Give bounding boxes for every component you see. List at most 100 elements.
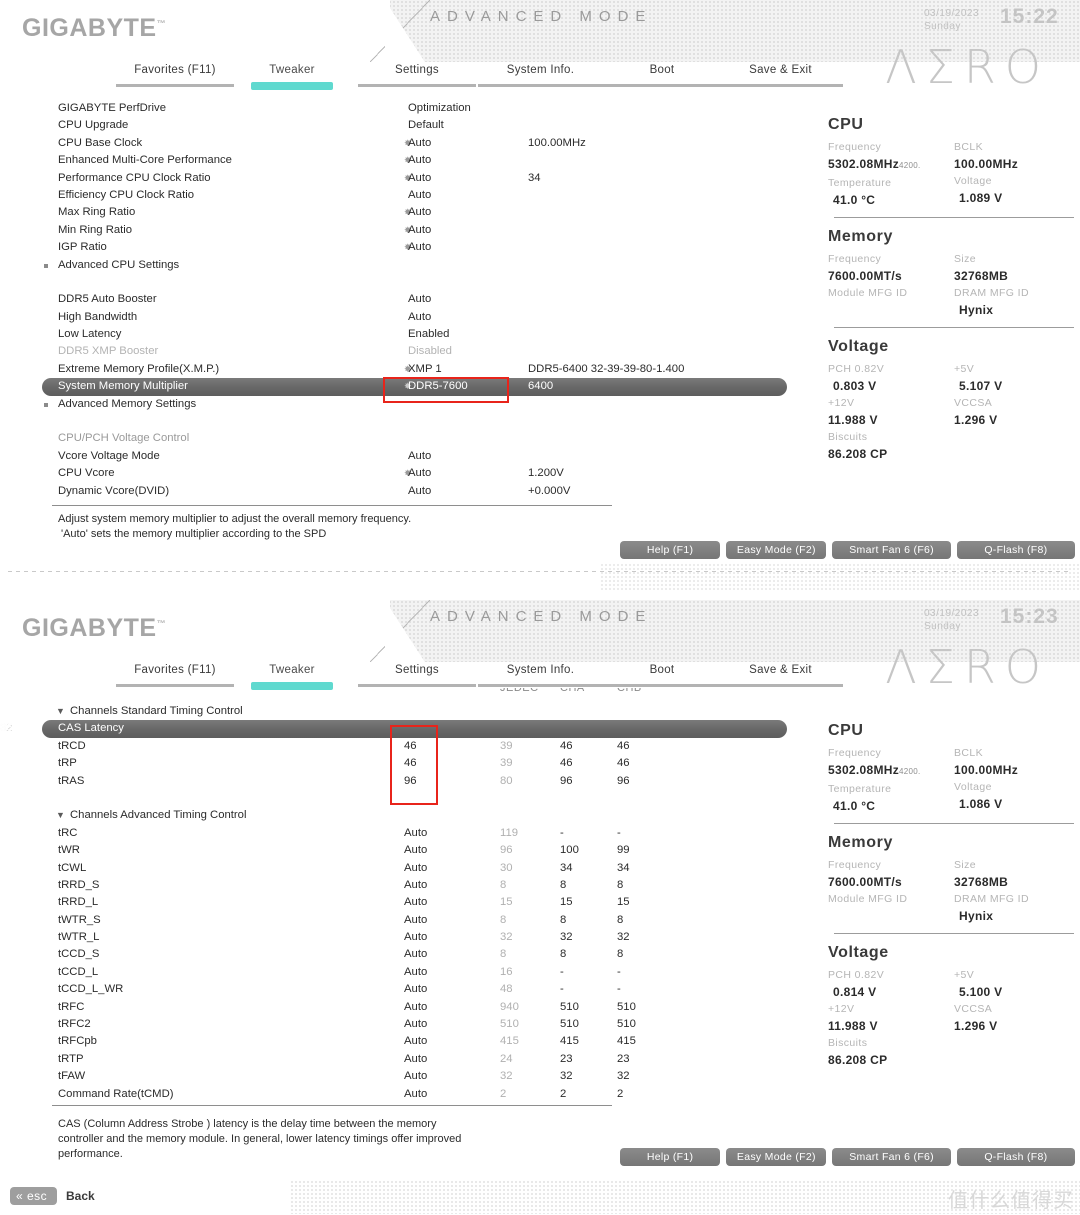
setting-value[interactable]: Auto <box>408 291 431 308</box>
setting-row[interactable]: Max Ring Ratio ✸ Auto <box>0 204 800 221</box>
setting-value[interactable]: Auto <box>408 465 431 482</box>
timing-cha-value: 34 <box>560 861 573 874</box>
timing-row[interactable]: tWTR_L Auto 32 32 32 <box>0 929 800 946</box>
timing-row[interactable]: tCCD_S Auto 8 8 8 <box>0 946 800 963</box>
setting-value[interactable]: Auto <box>408 239 431 256</box>
setting-row[interactable]: CPU Upgrade Default <box>0 117 800 134</box>
section-advanced-timing[interactable]: ▼ Channels Advanced Timing Control <box>0 807 800 824</box>
timing-row[interactable]: tWR Auto 96 100 99 <box>0 842 800 859</box>
setting-row[interactable]: Vcore Voltage Mode Auto <box>0 448 800 465</box>
timing-row[interactable]: tRFC Auto 940 510 510 <box>0 999 800 1016</box>
cpu-frequency-sub: 4200. <box>899 161 921 170</box>
back-label[interactable]: Back <box>66 1187 95 1205</box>
setting-value[interactable]: Auto <box>408 152 431 169</box>
setting-row[interactable]: CPU/PCH Voltage Control <box>0 430 800 447</box>
timing-row[interactable]: tCWL Auto 30 34 34 <box>0 860 800 877</box>
setting-row[interactable]: Performance CPU Clock Ratio ✸ Auto 34 <box>0 170 800 187</box>
esc-key-chip[interactable]: « esc <box>10 1187 58 1205</box>
cpu-frequency-label: Frequency <box>828 141 882 153</box>
timing-set-value[interactable]: Auto <box>404 964 464 981</box>
setting-label: Dynamic Vcore(DVID) <box>58 484 170 497</box>
timing-row[interactable]: tRFCpb Auto 415 415 415 <box>0 1033 800 1050</box>
timing-set-value[interactable]: Auto <box>404 1086 464 1103</box>
tab-save-exit[interactable]: Save & Exit <box>718 64 843 76</box>
timing-row[interactable]: tCCD_L_WR Auto 48 - - <box>0 981 800 998</box>
timing-set-value[interactable]: Auto <box>404 860 464 877</box>
timing-set-value[interactable]: Auto <box>404 929 464 946</box>
timing-set-value[interactable]: Auto <box>404 1033 464 1050</box>
fn-button-easy-mode-f2[interactable]: Easy Mode (F2) <box>726 541 827 559</box>
timing-set-value[interactable]: Auto <box>404 1016 464 1033</box>
timing-set-value[interactable]: Auto <box>404 1051 464 1068</box>
tab-boot[interactable]: Boot <box>603 664 721 676</box>
memory-freq-col: Frequency 7600.00MT/s Module MFG ID <box>828 251 954 319</box>
timing-row[interactable]: tRFC2 Auto 510 510 510 <box>0 1016 800 1033</box>
timing-set-value[interactable]: Auto <box>404 999 464 1016</box>
setting-row[interactable]: Enhanced Multi-Core Performance ✸ Auto <box>0 152 800 169</box>
timing-row[interactable]: tRC Auto 119 - - <box>0 825 800 842</box>
fn-button-smart-fan-6-f6[interactable]: Smart Fan 6 (F6) <box>832 1148 951 1166</box>
timing-row[interactable]: tRRD_S Auto 8 8 8 <box>0 877 800 894</box>
tab-system-info[interactable]: System Info. <box>478 664 603 676</box>
setting-value[interactable]: Auto <box>408 135 431 152</box>
setting-value[interactable]: Auto <box>408 448 431 465</box>
setting-row[interactable]: CPU Base Clock ✸ Auto 100.00MHz <box>0 135 800 152</box>
timing-col-header-chb: CHB <box>617 688 642 694</box>
timing-set-value[interactable]: Auto <box>404 894 464 911</box>
setting-value[interactable]: Default <box>408 117 444 134</box>
timing-set-value[interactable]: Auto <box>404 981 464 998</box>
fn-button-q-flash-f8[interactable]: Q-Flash (F8) <box>956 541 1075 559</box>
timing-set-value[interactable]: Auto <box>404 1068 464 1085</box>
fn-button-smart-fan-6-f6[interactable]: Smart Fan 6 (F6) <box>832 541 951 559</box>
setting-value[interactable]: Auto <box>408 222 431 239</box>
setting-value[interactable]: Auto <box>408 309 431 326</box>
content-divider-panel2 <box>52 1105 612 1106</box>
tab-system-info[interactable]: System Info. <box>478 64 603 76</box>
fn-button-q-flash-f8[interactable]: Q-Flash (F8) <box>956 1148 1075 1166</box>
setting-row[interactable]: GIGABYTE PerfDrive Optimization <box>0 100 800 117</box>
setting-value[interactable]: Optimization <box>408 100 471 117</box>
setting-row[interactable]: Extreme Memory Profile(X.M.P.) ✸ XMP 1 DDR5… <box>0 361 800 378</box>
fn-button-easy-mode-f2[interactable]: Easy Mode (F2) <box>726 1148 827 1166</box>
timing-row[interactable]: tWTR_S Auto 8 8 8 <box>0 912 800 929</box>
tab-boot[interactable]: Boot <box>603 64 721 76</box>
tab-save-exit[interactable]: Save & Exit <box>718 664 843 676</box>
tab-settings[interactable]: Settings <box>358 64 476 76</box>
setting-value[interactable]: XMP 1 <box>408 361 442 378</box>
section-standard-timing[interactable]: ▼ Channels Standard Timing Control <box>0 703 800 720</box>
tab-favorites-f11[interactable]: Favorites (F11) <box>116 64 234 76</box>
timing-label: tCCD_L <box>58 965 99 978</box>
setting-row[interactable]: Low Latency Enabled <box>0 326 800 343</box>
setting-row[interactable]: Min Ring Ratio ✸ Auto <box>0 222 800 239</box>
timing-set-value[interactable]: Auto <box>404 842 464 859</box>
fn-button-help-f1[interactable]: Help (F1) <box>620 541 721 559</box>
timing-row[interactable]: tRRD_L Auto 15 15 15 <box>0 894 800 911</box>
timing-set-value[interactable]: Auto <box>404 877 464 894</box>
tab-favorites-f11[interactable]: Favorites (F11) <box>116 664 234 676</box>
setting-value[interactable]: Auto <box>408 483 431 500</box>
setting-row[interactable]: Dynamic Vcore(DVID) Auto +0.000V <box>0 483 800 500</box>
timing-set-value[interactable]: Auto <box>404 946 464 963</box>
setting-row[interactable]: Advanced CPU Settings <box>0 257 800 274</box>
setting-row[interactable]: DDR5 Auto Booster Auto <box>0 291 800 308</box>
fn-button-help-f1[interactable]: Help (F1) <box>620 1148 721 1166</box>
setting-row[interactable]: DDR5 XMP Booster Disabled <box>0 343 800 360</box>
timing-row[interactable]: tRTP Auto 24 23 23 <box>0 1051 800 1068</box>
timing-set-value[interactable]: Auto <box>404 825 464 842</box>
tab-tweaker[interactable]: Tweaker <box>233 664 351 676</box>
setting-row[interactable]: Efficiency CPU Clock Ratio Auto <box>0 187 800 204</box>
setting-value[interactable]: Auto <box>408 204 431 221</box>
setting-value[interactable]: Auto <box>408 170 431 187</box>
timing-set-value[interactable]: Auto <box>404 912 464 929</box>
setting-value[interactable]: Auto <box>408 187 431 204</box>
setting-row[interactable]: High Bandwidth Auto <box>0 309 800 326</box>
tab-tweaker[interactable]: Tweaker <box>233 64 351 76</box>
setting-value[interactable]: Disabled <box>408 343 452 360</box>
timing-row[interactable]: tFAW Auto 32 32 32 <box>0 1068 800 1085</box>
setting-row[interactable]: IGP Ratio ✸ Auto <box>0 239 800 256</box>
setting-value[interactable]: Enabled <box>408 326 449 343</box>
tab-settings[interactable]: Settings <box>358 664 476 676</box>
timing-row[interactable]: tCCD_L Auto 16 - - <box>0 964 800 981</box>
timing-row[interactable]: Command Rate(tCMD) Auto 2 2 2 <box>0 1086 800 1103</box>
setting-row[interactable]: CPU Vcore ✸ Auto 1.200V <box>0 465 800 482</box>
